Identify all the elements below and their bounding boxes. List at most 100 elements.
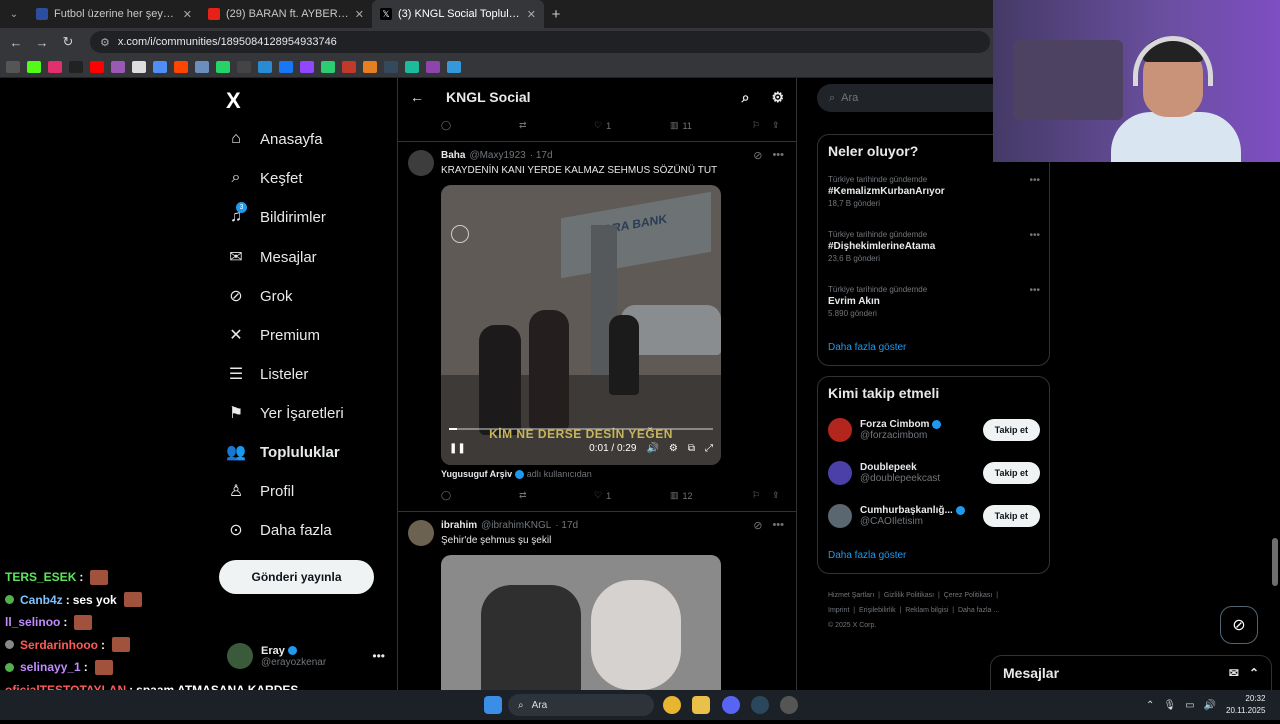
bookmark-icon[interactable] [90, 60, 104, 73]
footer-link[interactable]: Reklam bilgisi [905, 607, 948, 614]
show-more-link[interactable]: Daha fazla göster [828, 342, 906, 353]
footer-link[interactable]: Hizmet Şartları [828, 592, 874, 599]
more-dots-icon[interactable]: ••• [1029, 175, 1040, 186]
fullscreen-icon[interactable]: ⤢ [705, 443, 713, 454]
new-tab-icon[interactable]: + [544, 6, 568, 23]
sidebar-item-lists[interactable]: ☰ Listeler [226, 364, 309, 384]
follow-suggestion[interactable]: Cumhurbaşkanlığ... @CAOIletisim Takip et [828, 504, 1040, 528]
search-input[interactable]: ⌕ Ara [817, 84, 1017, 112]
sidebar-item-explore[interactable]: ⌕ Keşfet [226, 169, 303, 187]
sidebar-item-more[interactable]: ⊙ Daha fazla [226, 520, 331, 540]
chevron-up-icon[interactable]: ⌃ [1249, 666, 1259, 680]
trend-item[interactable]: Türkiye tarihinde gündemde #Dişhekimleri… [828, 230, 1040, 263]
follow-suggestion[interactable]: Doublepeek @doublepeekcast Takip et [828, 461, 1040, 485]
follow-button[interactable]: Takip et [982, 462, 1040, 484]
pause-icon[interactable]: ❚❚ [449, 443, 466, 454]
bookmark-icon[interactable] [27, 60, 41, 73]
chevron-up-icon[interactable]: ⌃ [1146, 700, 1154, 711]
bookmark-icon[interactable]: ⚐ [752, 490, 772, 501]
trend-item[interactable]: Türkiye tarihinde gündemde #KemalizmKurb… [828, 175, 1040, 208]
video-player[interactable]: TARA BANK KİM NE DERSE DESİN YEĞEN ❚❚ 0:… [441, 185, 721, 465]
monitor-icon[interactable]: ▭ [1185, 700, 1194, 711]
url-field[interactable]: ⚙ x.com/i/communities/189508412895493374… [90, 31, 990, 53]
reply-icon[interactable]: ◯ [441, 490, 519, 501]
footer-link[interactable]: Erişilebilirlik [859, 607, 896, 614]
sidebar-item-notifications[interactable]: ♫ 3 Bildirimler [226, 202, 326, 226]
bookmark-icon[interactable] [48, 60, 62, 73]
like-button[interactable]: ♡ 1 [594, 120, 670, 131]
follow-button[interactable]: Takip et [982, 505, 1040, 527]
bookmark-icon[interactable] [426, 60, 440, 73]
bookmark-icon[interactable] [111, 60, 125, 73]
bookmark-icon[interactable] [258, 60, 272, 73]
bookmark-icon[interactable] [69, 60, 83, 73]
footer-link[interactable]: Gizlilik Politikası [884, 592, 934, 599]
footer-link[interactable]: Imprint [828, 607, 849, 614]
more-dots-icon[interactable]: ••• [772, 149, 784, 162]
bookmark-icon[interactable] [447, 60, 461, 73]
site-info-icon[interactable]: ⚙ [100, 36, 110, 49]
taskbar-search[interactable]: ⌕ Ara [508, 694, 654, 716]
bookmark-icon[interactable] [363, 60, 377, 73]
footer-link[interactable]: Çerez Politikası [944, 592, 993, 599]
windows-start-icon[interactable] [484, 696, 502, 714]
views-button[interactable]: ▥ 12 [670, 490, 752, 501]
bookmark-icon[interactable] [216, 60, 230, 73]
retweet-icon[interactable]: ⇄ [519, 490, 594, 501]
bookmark-icon[interactable] [237, 60, 251, 73]
bookmark-icon[interactable] [321, 60, 335, 73]
close-tab-icon[interactable]: ✕ [355, 8, 364, 21]
settings-icon[interactable]: ⚙ [771, 89, 784, 106]
apps-icon[interactable] [6, 60, 20, 73]
bookmark-icon[interactable] [384, 60, 398, 73]
more-dots-icon[interactable]: ••• [1029, 285, 1040, 296]
steam-icon[interactable] [751, 696, 769, 714]
views-button[interactable]: ▥ 11 [670, 120, 752, 131]
video-progress-bar[interactable] [449, 428, 713, 430]
microphone-icon[interactable]: 🎙 [1163, 700, 1176, 711]
search-icon[interactable]: ⌕ [742, 89, 750, 106]
browser-tab-1[interactable]: Futbol üzerine her şey: Piyasa D ✕ [28, 0, 200, 28]
avatar[interactable] [408, 520, 434, 546]
bookmark-icon[interactable]: ⚐ [752, 120, 772, 131]
browser-tab-3[interactable]: 𝕏 (3) KNGL Social Topluluk / X ✕ [372, 0, 544, 28]
grok-icon[interactable]: ⊘ [1220, 606, 1258, 644]
bookmark-icon[interactable] [153, 60, 167, 73]
app-icon[interactable] [780, 696, 798, 714]
like-button[interactable]: ♡ 1 [594, 490, 670, 501]
back-arrow-icon[interactable]: ← [410, 89, 424, 105]
sidebar-item-grok[interactable]: ⊘ Grok [226, 286, 292, 306]
more-dots-icon[interactable]: ••• [1029, 230, 1040, 241]
grok-icon[interactable]: ⊘ [753, 519, 762, 532]
sidebar-item-bookmarks[interactable]: ⚑ Yer İşaretleri [226, 403, 344, 423]
browser-tab-2[interactable]: (29) BARAN ft. AYBERK - BEHZA ✕ [200, 0, 372, 28]
settings-icon[interactable]: ⚙ [669, 443, 678, 454]
share-icon[interactable]: ⇪ [772, 490, 780, 501]
close-tab-icon[interactable]: ✕ [183, 8, 192, 21]
sidebar-item-home[interactable]: ⌂ Anasayfa [226, 130, 322, 148]
sidebar-item-profile[interactable]: ♙ Profil [226, 481, 294, 501]
avatar[interactable] [408, 150, 434, 176]
sidebar-item-premium[interactable]: ✕ Premium [226, 325, 320, 345]
volume-icon[interactable]: 🔊 [646, 443, 658, 454]
sidebar-item-messages[interactable]: ✉ Mesajlar [226, 247, 316, 267]
tab-search-icon[interactable]: ⌄ [0, 9, 28, 20]
more-dots-icon[interactable]: ••• [772, 519, 784, 532]
show-more-link[interactable]: Daha fazla göster [828, 550, 906, 561]
back-arrow-icon[interactable]: ← [6, 35, 26, 50]
grok-icon[interactable]: ⊘ [753, 149, 762, 162]
share-icon[interactable]: ⇪ [772, 120, 780, 131]
tweet-author-handle[interactable]: @ibrahimKNGL [481, 520, 551, 531]
bookmark-icon[interactable] [279, 60, 293, 73]
tweet-author-handle[interactable]: @Maxy1923 [469, 150, 525, 161]
video-player[interactable] [441, 555, 721, 690]
follow-suggestion[interactable]: Forza Cimbom @forzacimbom Takip et [828, 418, 1040, 442]
bookmark-icon[interactable] [342, 60, 356, 73]
scrollbar[interactable] [1272, 538, 1278, 586]
x-logo-icon[interactable]: X [226, 88, 241, 114]
bookmark-icon[interactable] [195, 60, 209, 73]
bookmark-icon[interactable] [132, 60, 146, 73]
volume-icon[interactable]: 🔊 [1204, 700, 1216, 711]
taskbar-clock[interactable]: 20:32 20.11.2025 [1226, 693, 1265, 717]
reply-icon[interactable]: ◯ [441, 120, 519, 131]
